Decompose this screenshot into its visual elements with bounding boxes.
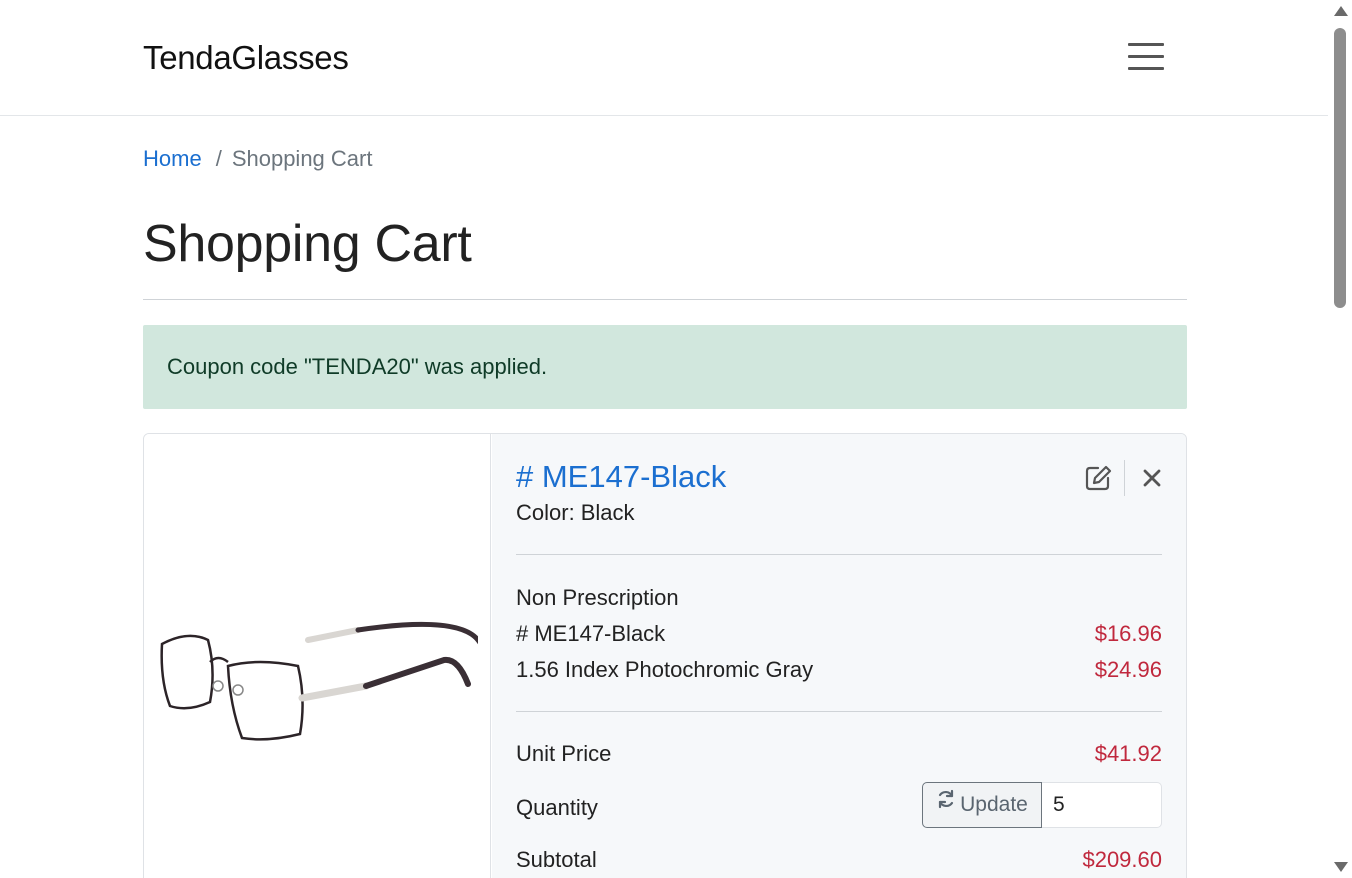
vertical-scrollbar[interactable] — [1328, 0, 1352, 878]
unit-price-row: Unit Price $41.92 — [516, 736, 1162, 772]
page: TendaGlasses Home / Shopping Cart Shopping… — [0, 0, 1328, 878]
scroll-up-arrow-icon[interactable] — [1334, 6, 1348, 16]
subtotal-label: Subtotal — [516, 847, 597, 872]
breadcrumb-home-link[interactable]: Home — [143, 146, 202, 171]
navbar: TendaGlasses — [0, 0, 1328, 116]
cart-item-card: # ME147-Black Color: Black Non Prescript… — [143, 433, 1187, 878]
page-title: Shopping Cart — [143, 215, 472, 273]
product-image[interactable] — [144, 434, 491, 878]
refresh-icon — [936, 781, 956, 825]
line-item-price: $24.96 — [1094, 657, 1162, 682]
update-label: Update — [960, 793, 1028, 816]
details-divider — [516, 554, 1162, 555]
color-label: Color: — [516, 500, 575, 525]
quantity-group: Update — [922, 782, 1162, 828]
brand-logo[interactable]: TendaGlasses — [143, 38, 349, 78]
edit-icon[interactable] — [1084, 464, 1112, 492]
breadcrumb: Home / Shopping Cart — [143, 144, 372, 174]
scroll-down-arrow-icon[interactable] — [1334, 862, 1348, 872]
coupon-alert: Coupon code "TENDA20" was applied. — [143, 325, 1187, 409]
close-icon[interactable] — [1138, 464, 1166, 492]
product-title-link[interactable]: # ME147-Black — [516, 458, 726, 496]
line-item-lens: 1.56 Index Photochromic Gray $24.96 — [516, 652, 1162, 688]
alert-message: Coupon code "TENDA20" was applied. — [167, 354, 548, 379]
item-actions — [1084, 460, 1164, 496]
subtotal-row: Subtotal $209.60 — [516, 842, 1162, 878]
hamburger-menu-icon[interactable] — [1126, 40, 1166, 74]
quantity-label: Quantity — [516, 795, 598, 820]
line-item-frame: # ME147-Black $16.96 — [516, 616, 1162, 652]
actions-divider — [1124, 460, 1125, 496]
prescription-label: Non Prescription — [516, 585, 679, 610]
breadcrumb-current: Shopping Cart — [231, 146, 373, 171]
unit-price-label: Unit Price — [516, 741, 612, 766]
quantity-input[interactable] — [1042, 782, 1162, 828]
line-item-price: $16.96 — [1094, 621, 1162, 646]
cart-item-details: # ME147-Black Color: Black Non Prescript… — [492, 434, 1186, 878]
scroll-thumb[interactable] — [1334, 28, 1346, 308]
line-item-label: 1.56 Index Photochromic Gray — [516, 657, 814, 682]
quantity-row: Quantity Update — [516, 782, 1162, 828]
eyeglasses-image — [160, 621, 478, 741]
breadcrumb-separator: / — [215, 146, 222, 171]
unit-price-value: $41.92 — [1094, 741, 1162, 766]
update-quantity-button[interactable]: Update — [922, 782, 1042, 828]
color-value: Black — [580, 500, 635, 525]
line-item-label: # ME147-Black — [516, 621, 666, 646]
pricing-divider — [516, 711, 1162, 712]
title-divider — [143, 299, 1187, 300]
prescription-row: Non Prescription — [516, 580, 1162, 616]
product-color: Color: Black — [516, 498, 634, 528]
subtotal-value: $209.60 — [1082, 847, 1162, 872]
